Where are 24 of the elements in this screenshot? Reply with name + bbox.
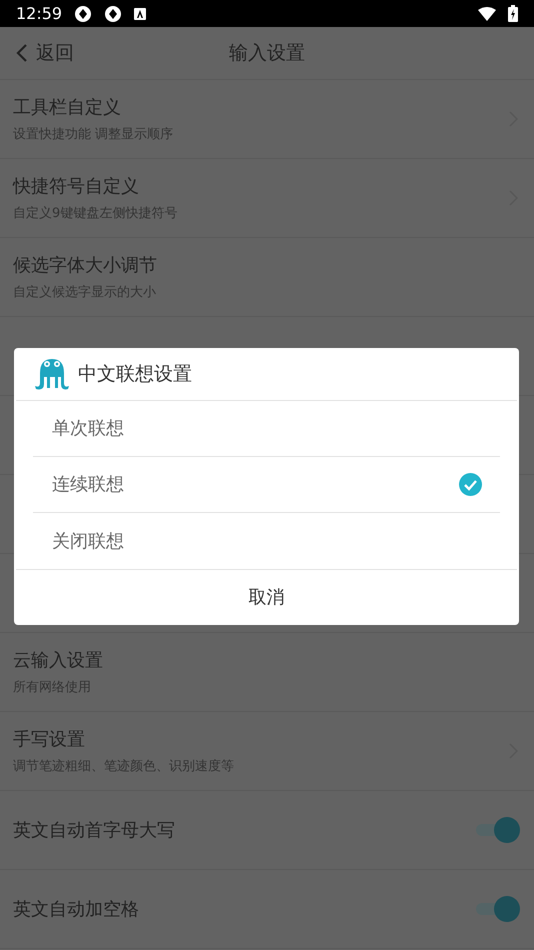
setting-title: 工具栏自定义 — [13, 96, 121, 120]
chevron-left-icon — [16, 43, 28, 63]
dialog-title: 中文联想设置 — [78, 362, 192, 387]
setting-title: 手写设置 — [13, 728, 85, 752]
setting-title: 英文自动首字母大写 — [13, 818, 175, 842]
option-item[interactable]: 关闭联想 — [33, 513, 500, 569]
setting-title: 云输入设置 — [13, 648, 103, 673]
setting-title: 快捷符号自定义 — [13, 174, 139, 199]
toggle-switch[interactable] — [474, 817, 520, 843]
check-icon — [459, 473, 482, 496]
aperture-icon — [104, 4, 122, 22]
battery-icon — [508, 5, 518, 22]
option-item[interactable]: 单次联想 — [33, 401, 500, 457]
status-time: 12:59 — [16, 2, 62, 24]
page-title: 输入设置 — [229, 40, 305, 66]
cancel-button[interactable]: 取消 — [16, 570, 517, 625]
wifi-icon — [478, 6, 496, 20]
app-icon — [134, 8, 146, 20]
toggle-switch[interactable] — [474, 896, 520, 922]
setting-title: 候选字体大小调节 — [13, 254, 157, 278]
aperture-icon — [74, 4, 92, 22]
setting-title: 英文自动加空格 — [13, 898, 139, 922]
option-item[interactable]: 连续联想 — [33, 457, 500, 513]
octopus-icon — [34, 357, 70, 391]
